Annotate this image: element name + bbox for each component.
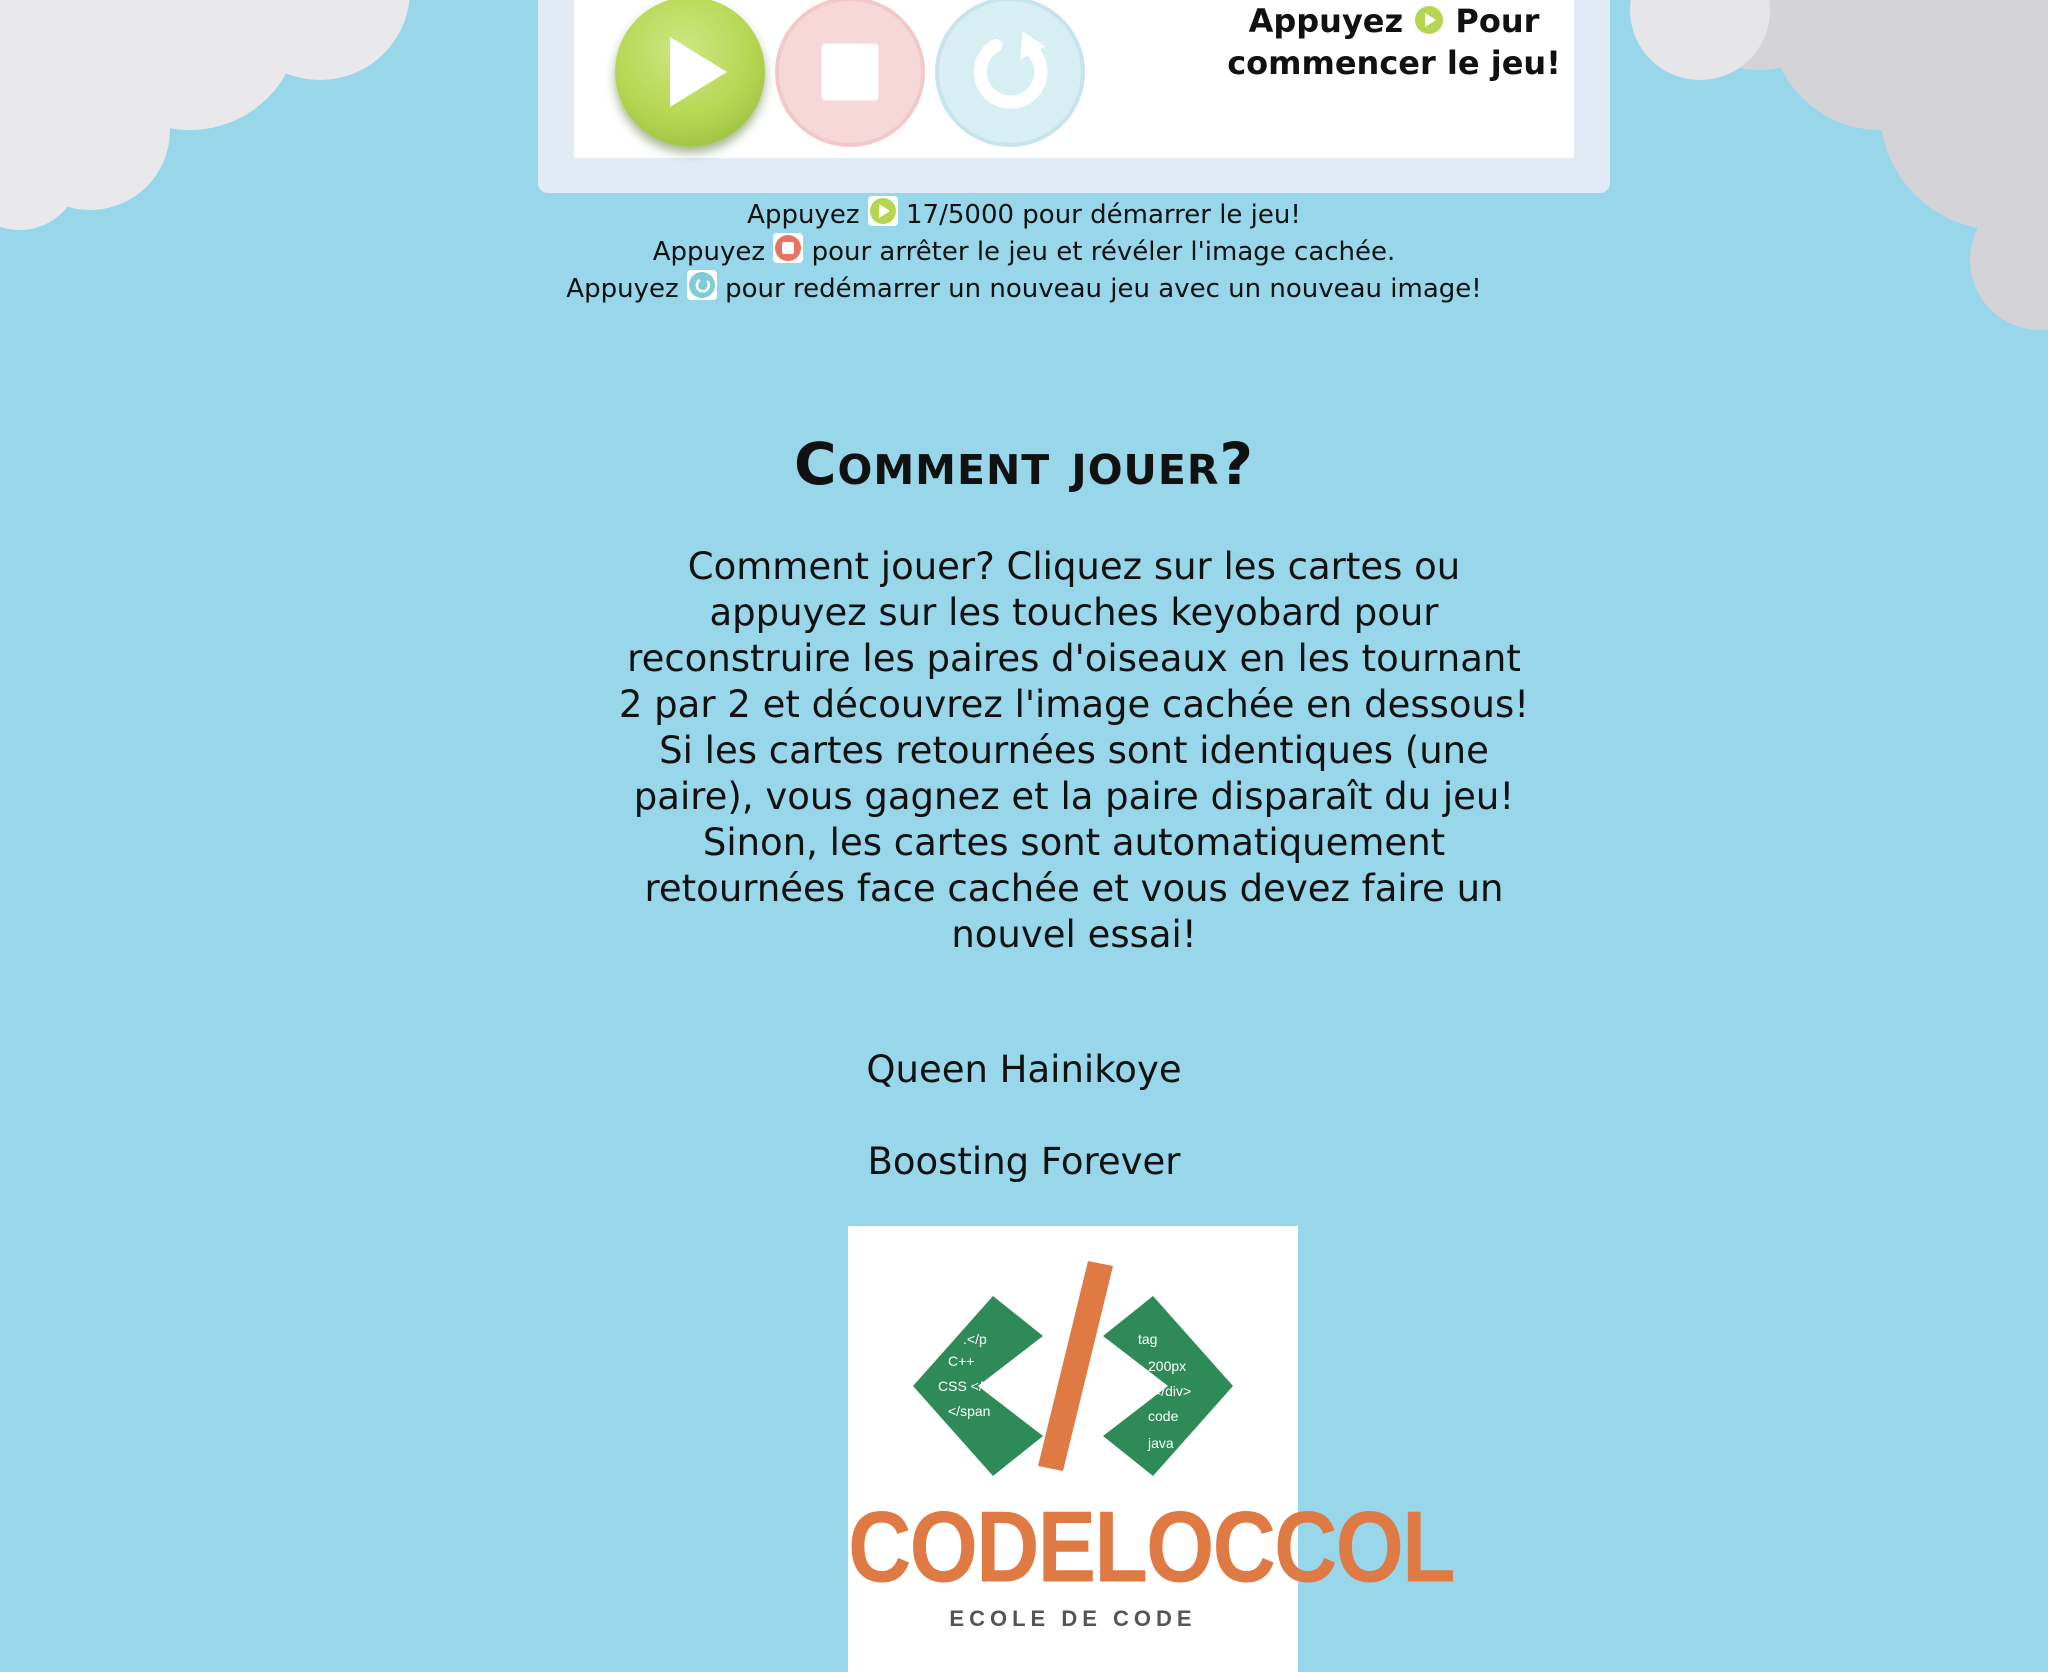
svg-text:CSS </: CSS </ — [938, 1378, 983, 1394]
svg-text:code: code — [1148, 1408, 1179, 1424]
author-name: Queen Hainikoye — [866, 1048, 1182, 1091]
instruction-start-suffix: 17/5000 pour démarrer le jeu! — [906, 200, 1301, 230]
stop-icon — [821, 43, 879, 101]
svg-text:java: java — [1147, 1435, 1174, 1451]
svg-text:</div>: </div> — [1153, 1383, 1191, 1399]
instruction-stop-prefix: Appuyez — [652, 237, 766, 267]
reset-icon — [686, 270, 717, 300]
instruction-reset: Appuyez pour redémarrer un nouveau jeu a… — [0, 270, 2048, 307]
instruction-stop: Appuyez pour arrêter le jeu et révéler l… — [0, 233, 2048, 270]
svg-text:200px: 200px — [1148, 1358, 1186, 1374]
instruction-start: Appuyez 17/5000 pour démarrer le jeu! — [0, 196, 2048, 233]
start-game-prompt: Appuyez Pour commencer le jeu! — [1214, 0, 1574, 84]
logo-subtitle: ECOLE DE CODE — [949, 1606, 1197, 1631]
svg-text:.</p: .</p — [963, 1331, 987, 1347]
game-control-panel: Appuyez Pour commencer le jeu! — [538, 0, 1610, 193]
codeloccol-logo: .</p C++ CSS </ </span tag 200px </div> … — [848, 1226, 1456, 1672]
play-icon — [1415, 6, 1444, 34]
control-panel-inner: Appuyez Pour commencer le jeu! — [574, 0, 1574, 158]
stop-icon — [773, 233, 804, 263]
svg-text:C++: C++ — [948, 1353, 974, 1369]
play-icon — [670, 37, 727, 107]
instruction-stop-suffix: pour arrêter le jeu et révéler l'image c… — [811, 237, 1396, 267]
howto-text: Comment jouer? Cliquez sur les cartes ou… — [618, 545, 1530, 956]
reset-icon — [973, 31, 1048, 109]
svg-text:tag: tag — [1138, 1331, 1157, 1347]
stop-button[interactable] — [775, 0, 925, 147]
code-brackets-logo-icon: .</p C++ CSS </ </span tag 200px </div> … — [913, 1261, 1233, 1476]
start-prompt-before: Appuyez — [1248, 2, 1404, 40]
reset-button[interactable] — [935, 0, 1085, 147]
logo-name: CODELOCCOL — [848, 1489, 1456, 1604]
instruction-reset-prefix: Appuyez — [566, 274, 679, 304]
svg-text:</span: </span — [948, 1403, 990, 1419]
tagline: Boosting Forever — [867, 1140, 1181, 1183]
play-icon — [867, 196, 898, 226]
howto-title: Comment jouer? — [793, 430, 1255, 498]
instruction-start-prefix: Appuyez — [747, 200, 860, 230]
instruction-reset-suffix: pour redémarrer un nouveau jeu avec un n… — [725, 274, 1482, 304]
play-button[interactable] — [615, 0, 765, 147]
control-instructions: Appuyez 17/5000 pour démarrer le jeu! Ap… — [0, 196, 2048, 307]
